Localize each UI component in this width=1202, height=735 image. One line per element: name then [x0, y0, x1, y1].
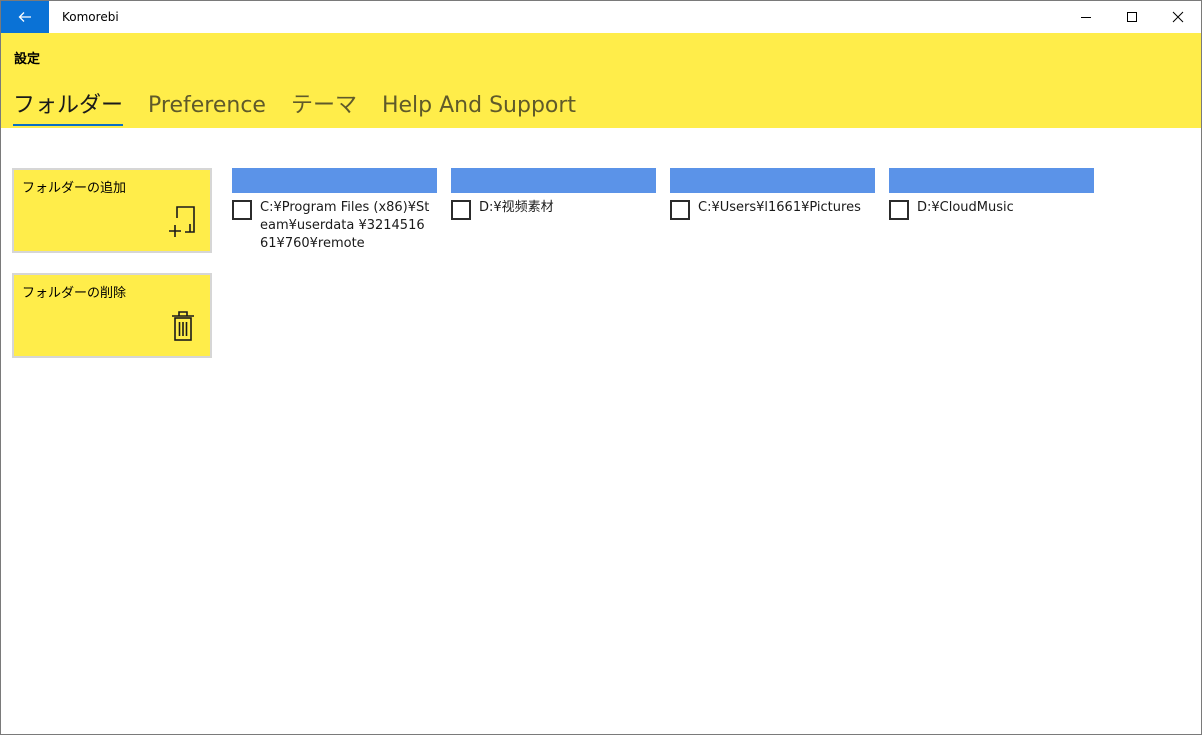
folder-color-bar: [451, 168, 656, 193]
arrow-left-icon: [18, 12, 31, 22]
folder-checkbox[interactable]: [232, 200, 252, 220]
delete-folder-label: フォルダーの削除: [22, 286, 127, 301]
trash-icon: [172, 311, 194, 341]
folder-item: C:¥Program Files (x86)¥Steam¥userdata ¥3…: [232, 168, 437, 253]
close-button[interactable]: [1155, 1, 1201, 33]
add-folder-label: フォルダーの追加: [22, 181, 127, 196]
tab-folders[interactable]: フォルダー: [13, 88, 124, 128]
folder-row: C:¥Program Files (x86)¥Steam¥userdata ¥3…: [232, 199, 437, 253]
folder-color-bar: [670, 168, 875, 193]
minimize-icon: [1081, 17, 1091, 18]
folder-checkbox[interactable]: [889, 200, 909, 220]
page-title: 設定: [14, 52, 41, 67]
maximize-button[interactable]: [1109, 1, 1155, 33]
minimize-button[interactable]: [1063, 1, 1109, 33]
folder-path: C:¥Users¥l1661¥Pictures: [698, 200, 861, 215]
folder-color-bar: [889, 168, 1094, 193]
folder-color-bar: [232, 168, 437, 193]
folder-row: D:¥视频素材: [451, 199, 656, 220]
tab-help-and-support[interactable]: Help And Support: [382, 88, 576, 128]
folder-item: C:¥Users¥l1661¥Pictures: [670, 168, 875, 220]
folder-row: C:¥Users¥l1661¥Pictures: [670, 199, 875, 220]
tab-preference[interactable]: Preference: [148, 88, 266, 128]
folder-path: D:¥CloudMusic: [917, 200, 1014, 215]
folder-item: D:¥视频素材: [451, 168, 656, 220]
close-icon: [1172, 11, 1184, 23]
add-folder-button[interactable]: フォルダーの追加: [12, 168, 212, 253]
app-window: Komorebi 設定 フォルダー Preference テーマ Help An…: [0, 0, 1202, 735]
tab-theme[interactable]: テーマ: [291, 88, 357, 128]
add-folder-icon: [169, 206, 195, 237]
folder-path: C:¥Program Files (x86)¥Steam¥userdata ¥3…: [260, 200, 430, 251]
folder-row: D:¥CloudMusic: [889, 199, 1094, 220]
back-button[interactable]: [1, 1, 49, 33]
delete-folder-button[interactable]: フォルダーの削除: [12, 273, 212, 358]
folder-item: D:¥CloudMusic: [889, 168, 1094, 220]
tab-bar: フォルダー Preference テーマ Help And Support: [13, 88, 601, 128]
settings-header: 設定 フォルダー Preference テーマ Help And Support: [1, 33, 1201, 128]
folder-checkbox[interactable]: [670, 200, 690, 220]
maximize-icon: [1127, 12, 1137, 22]
title-bar: Komorebi: [1, 1, 1201, 33]
folder-checkbox[interactable]: [451, 200, 471, 220]
app-title: Komorebi: [62, 10, 119, 24]
folder-path: D:¥视频素材: [479, 200, 554, 215]
